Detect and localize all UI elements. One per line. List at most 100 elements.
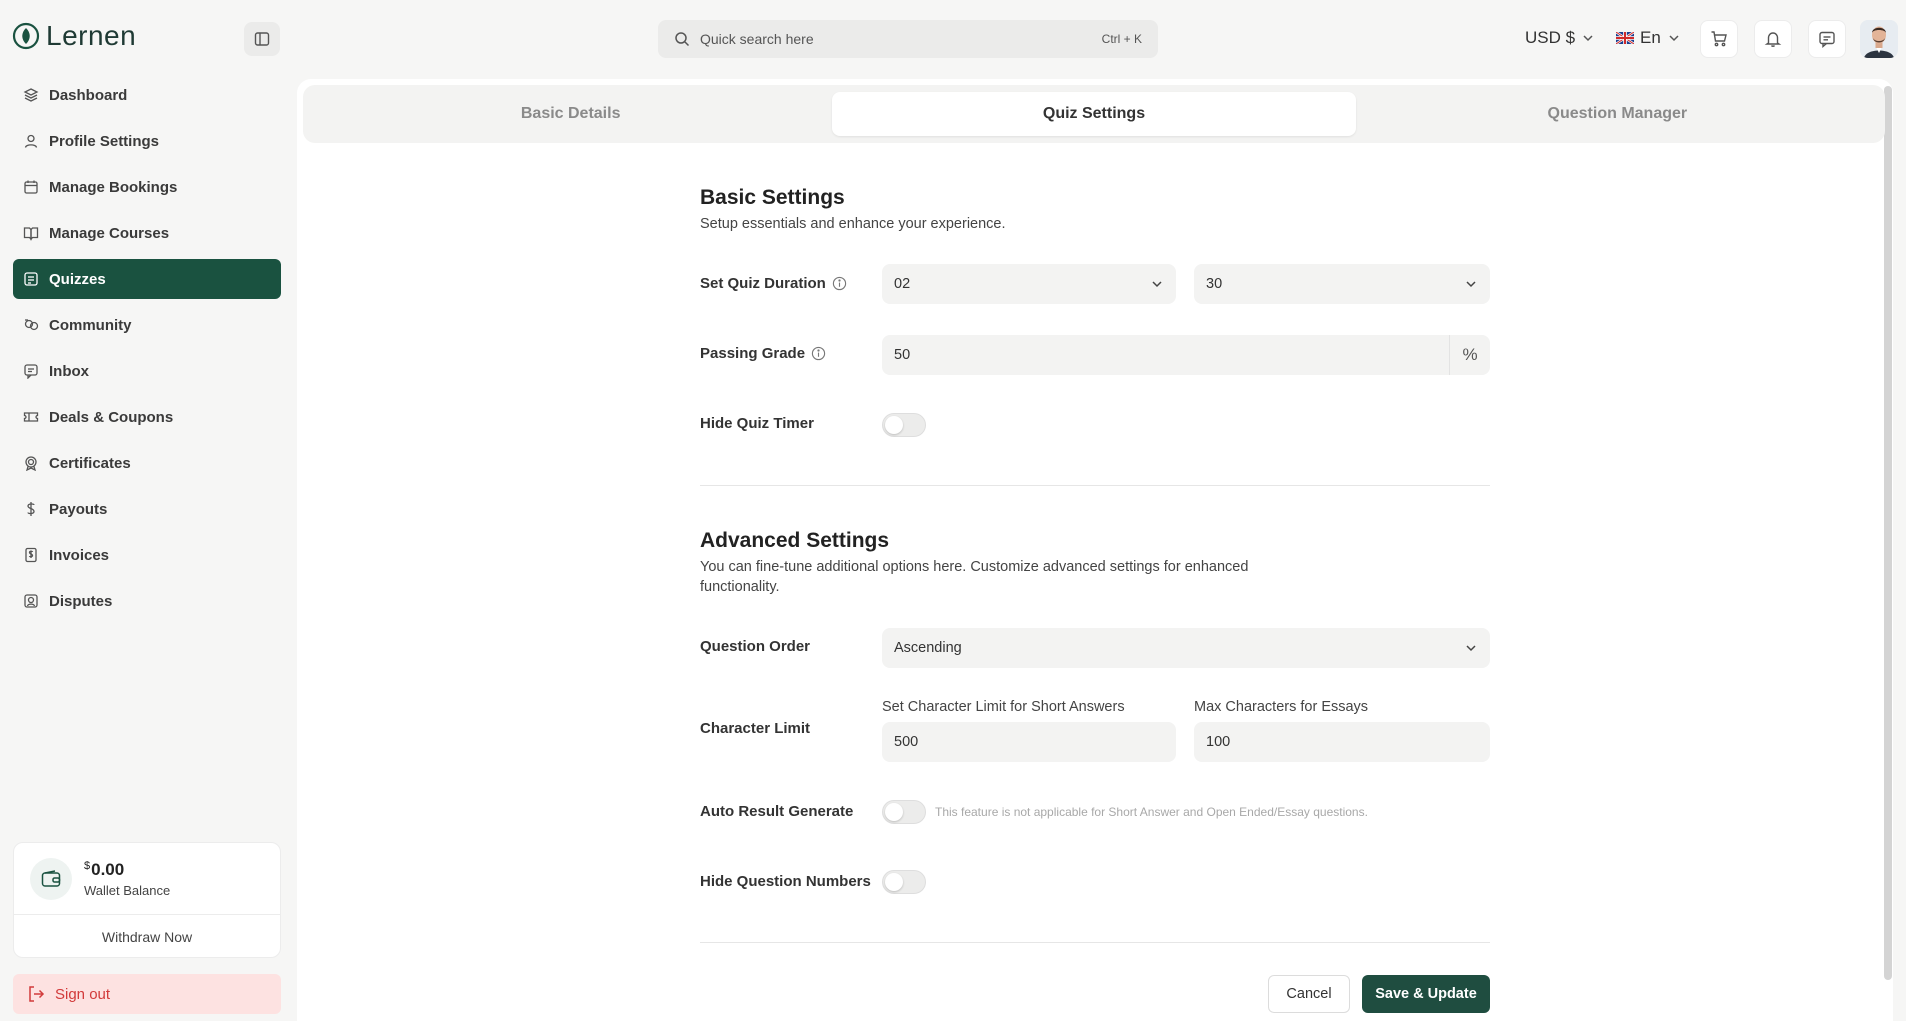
essay-limit-label: Max Characters for Essays [1194,699,1369,715]
notifications-button[interactable] [1754,20,1792,58]
tab-quiz-settings[interactable]: Quiz Settings [832,92,1356,136]
sidebar-item-label: Certificates [49,454,131,472]
short-answer-limit-input[interactable] [894,734,1164,750]
auto-result-hint: This feature is not applicable for Short… [935,805,1368,819]
section-divider [700,485,1490,486]
calendar-icon [24,180,38,194]
essay-limit-input[interactable] [1206,734,1478,750]
sign-out-icon [29,986,45,1002]
sidebar-item-quizzes[interactable]: Quizzes [13,259,281,299]
sidebar-item-disputes[interactable]: Disputes [13,581,281,621]
wallet-currency-symbol: $ [84,859,91,872]
community-icon [24,319,39,331]
sidebar-item-label: Disputes [49,592,113,610]
sidebar-item-certificates[interactable]: Certificates [13,443,281,483]
sidebar-item-inbox[interactable]: Inbox [13,351,281,391]
tab-question-manager[interactable]: Question Manager [1356,92,1879,136]
dispute-icon [24,594,38,608]
passing-grade-label-text: Passing Grade [700,345,806,362]
sign-out-button[interactable]: Sign out [13,974,281,1014]
auto-result-toggle[interactable] [882,800,926,824]
bell-icon [1764,32,1782,47]
passing-grade-input[interactable] [894,347,1478,363]
sidebar-item-community[interactable]: Community [13,305,281,345]
info-icon[interactable] [811,346,826,361]
sidebar-item-dashboard[interactable]: Dashboard [13,75,281,115]
messages-button[interactable] [1808,20,1846,58]
sidebar-item-payouts[interactable]: Payouts [13,489,281,529]
sidebar-item-manage-courses[interactable]: Manage Courses [13,213,281,253]
cart-icon [1711,31,1727,47]
sidebar-item-label: Community [49,316,132,334]
quiz-duration-hours-value: 02 [894,276,911,292]
quiz-tabs: Basic Details Quiz Settings Question Man… [303,85,1885,143]
search-shortcut-hint: Ctrl + K [1101,32,1142,46]
tab-basic-details[interactable]: Basic Details [309,92,832,136]
auto-result-label: Auto Result Generate [700,803,854,820]
currency-value: USD $ [1525,28,1576,47]
question-order-label: Question Order [700,638,811,655]
sidebar-item-label: Dashboard [49,86,128,104]
sidebar-item-label: Deals & Coupons [49,408,174,426]
search-input[interactable] [700,31,1092,47]
ticket-icon [23,412,39,422]
section-divider [700,942,1490,943]
quiz-duration-hours-select[interactable]: 02 [882,264,1176,304]
sidebar-item-invoices[interactable]: Invoices [13,535,281,575]
quick-search[interactable]: Ctrl + K [658,20,1158,58]
passing-grade-label: Passing Grade [700,345,826,362]
sidebar: Lernen Dashboard Profile Settings Manage… [0,0,296,1021]
uk-flag-icon [1616,32,1634,44]
hide-question-numbers-toggle[interactable] [882,870,926,894]
sidebar-item-deals-coupons[interactable]: Deals & Coupons [13,397,281,437]
quiz-duration-label: Set Quiz Duration [700,275,847,292]
sidebar-item-label: Inbox [49,362,89,380]
sidebar-item-label: Invoices [49,546,110,564]
question-order-value: Ascending [894,640,962,656]
hide-quiz-timer-label: Hide Quiz Timer [700,415,814,432]
sidebar-item-label: Payouts [49,500,108,518]
layers-icon [23,88,39,102]
vertical-scrollbar[interactable] [1884,86,1892,980]
dollar-icon [27,502,35,516]
sidebar-item-manage-bookings[interactable]: Manage Bookings [13,167,281,207]
logo[interactable]: Lernen [12,20,136,52]
question-order-select[interactable]: Ascending [882,628,1490,668]
character-limit-label: Character Limit [700,720,811,737]
invoice-icon [25,547,37,563]
quiz-duration-minutes-value: 30 [1206,276,1223,292]
cart-button[interactable] [1700,20,1738,58]
chat-icon [24,364,38,379]
percent-suffix: % [1449,335,1490,375]
sidebar-nav: Dashboard Profile Settings Manage Bookin… [13,75,281,627]
cancel-button[interactable]: Cancel [1268,975,1350,1013]
quiz-duration-minutes-select[interactable]: 30 [1194,264,1490,304]
sidebar-toggle-icon [254,32,270,46]
message-icon [1819,31,1835,48]
chevron-down-icon [1466,645,1476,652]
leaf-logo-icon [12,22,40,50]
sidebar-collapse-button[interactable] [244,22,280,56]
chevron-down-icon [1669,35,1679,42]
language-selector[interactable]: En [1616,28,1681,48]
hide-quiz-timer-toggle[interactable] [882,413,926,437]
language-value: En [1640,28,1661,47]
sidebar-item-label: Profile Settings [49,132,160,150]
sidebar-item-label: Manage Bookings [49,178,178,196]
avatar-image [1860,20,1898,58]
withdraw-now-button[interactable]: Withdraw Now [14,915,280,958]
wallet-balance-amount: $0.00 [84,860,170,880]
basic-settings-subtitle: Setup essentials and enhance your experi… [700,216,1006,232]
basic-settings-title: Basic Settings [700,186,845,209]
sidebar-item-profile-settings[interactable]: Profile Settings [13,121,281,161]
user-avatar[interactable] [1860,20,1898,58]
chevron-down-icon [1466,281,1476,288]
quiz-duration-label-text: Set Quiz Duration [700,275,826,292]
currency-selector[interactable]: USD $ [1525,28,1595,48]
info-icon[interactable] [832,276,847,291]
advanced-settings-subtitle: You can fine-tune additional options her… [700,559,1249,595]
essay-limit-field [1194,722,1490,762]
book-icon [23,227,39,241]
certificate-icon [25,456,37,471]
save-update-button[interactable]: Save & Update [1362,975,1490,1013]
